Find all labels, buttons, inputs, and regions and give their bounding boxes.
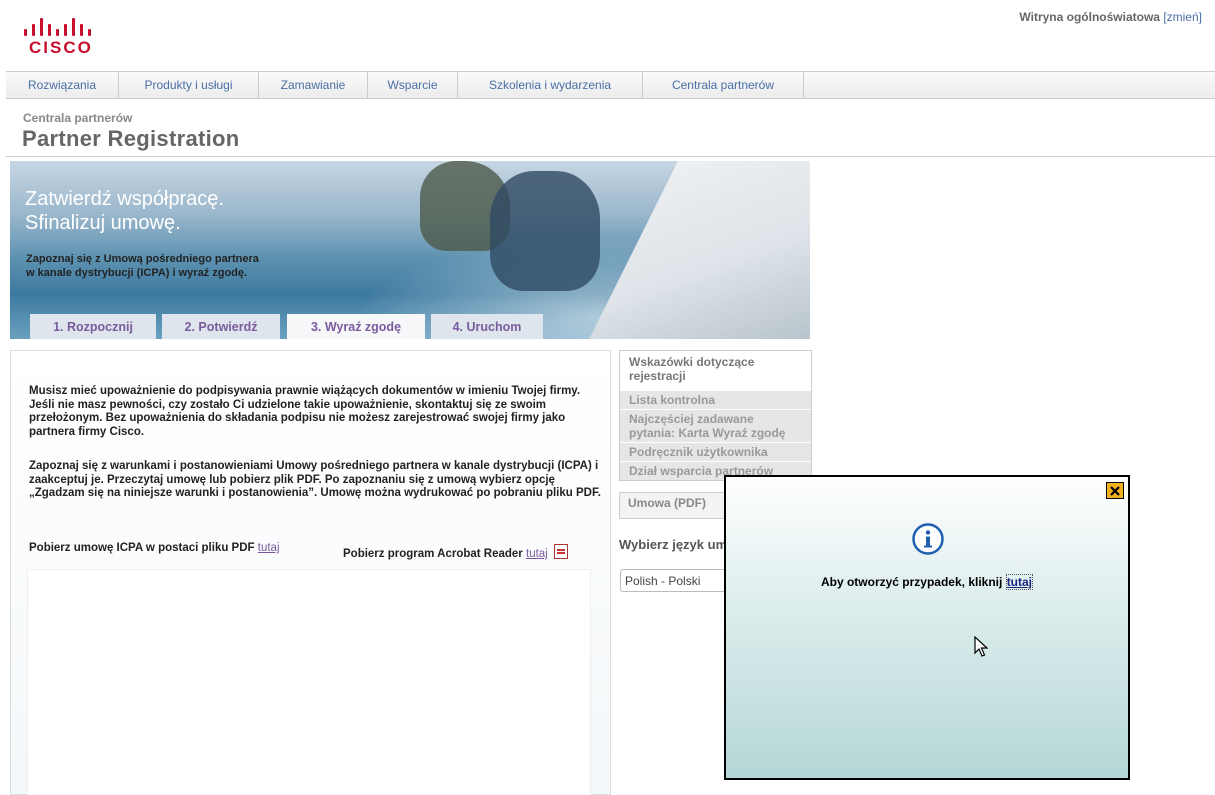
step-tab-launch[interactable]: 4. Uruchom <box>431 314 543 339</box>
cisco-logo[interactable]: CISCO <box>24 14 94 58</box>
language-label: Wybierz język um <box>619 537 728 552</box>
registration-tips-heading: Wskazówki dotyczące rejestracji <box>629 355 755 383</box>
site-switcher: Witryna ogólnoświatowa [zmień] <box>1019 10 1202 24</box>
pdf-icon[interactable] <box>553 544 568 559</box>
site-label: Witryna ogólnoświatowa <box>1019 10 1160 24</box>
step-tab-confirm[interactable]: 2. Potwierdź <box>162 314 280 339</box>
agreement-document-frame[interactable] <box>27 569 591 795</box>
page-title: Partner Registration <box>22 126 240 151</box>
hero-subtitle: Zapoznaj się z Umową pośredniego partner… <box>26 252 259 280</box>
hero-subtitle-line-1: Zapoznaj się z Umową pośredniego partner… <box>26 253 259 265</box>
sidebar-link-checklist[interactable]: Lista kontrolna <box>620 390 811 409</box>
sidebar-link-user-guide[interactable]: Podręcznik użytkownika <box>620 442 811 461</box>
download-pdf-line: Pobierz umowę ICPA w postaci pliku PDF t… <box>29 542 280 554</box>
hero-headline-line-2: Sfinalizuj umowę. <box>25 212 181 234</box>
logo-text: CISCO <box>29 38 93 57</box>
popup-message: Aby otworzyć przypadek, kliknij tutaj <box>726 574 1128 590</box>
terms-text: Zapoznaj się z warunkami i postanowienia… <box>29 460 601 499</box>
nav-item-products[interactable]: Produkty i usługi <box>119 72 259 98</box>
language-select[interactable]: Polish - Polski <box>620 569 740 592</box>
nav-item-partner-central[interactable]: Centrala partnerów <box>643 72 804 98</box>
registration-tips-box: Wskazówki dotyczące rejestracji Lista ko… <box>619 350 812 481</box>
hero-headline-line-1: Zatwierdź współpracę. <box>25 188 224 210</box>
authorization-text: Musisz mieć upoważnienie do podpisywania… <box>29 385 581 438</box>
site-change-link[interactable]: [zmień] <box>1163 10 1202 24</box>
info-icon <box>912 523 944 560</box>
cisco-bars-icon <box>24 14 94 36</box>
breadcrumb[interactable]: Centrala partnerów <box>23 111 132 125</box>
nav-item-training[interactable]: Szkolenia i wydarzenia <box>458 72 643 98</box>
download-reader-link[interactable]: tutaj <box>526 548 548 560</box>
popup-link[interactable]: tutaj <box>1005 574 1034 590</box>
divider <box>6 156 1215 157</box>
download-reader-label: Pobierz program Acrobat Reader <box>343 548 523 560</box>
hero-subtitle-line-2: w kanale dystrybucji (ICPA) i wyraź zgod… <box>26 267 248 279</box>
hero-sailor-image <box>490 171 600 291</box>
download-reader-line: Pobierz program Acrobat Reader tutaj <box>343 542 568 560</box>
sidebar-link-faq[interactable]: Najczęściej zadawane pytania: Karta Wyra… <box>620 409 811 442</box>
hero-headline: Zatwierdź współpracę. Sfinalizuj umowę. <box>25 187 224 235</box>
popup-message-text: Aby otworzyć przypadek, kliknij <box>820 575 1003 589</box>
step-tab-consent[interactable]: 3. Wyraź zgodę <box>287 314 425 339</box>
nav-item-solutions[interactable]: Rozwiązania <box>6 72 119 98</box>
download-pdf-link[interactable]: tutaj <box>258 542 280 554</box>
step-tab-start[interactable]: 1. Rozpocznij <box>30 314 156 339</box>
info-popup: Aby otworzyć przypadek, kliknij tutaj <box>724 475 1130 780</box>
mouse-cursor-icon <box>974 635 989 663</box>
top-navigation: Rozwiązania Produkty i usługi Zamawianie… <box>6 71 1215 99</box>
hero-banner: Zatwierdź współpracę. Sfinalizuj umowę. … <box>10 161 810 339</box>
nav-item-support[interactable]: Wsparcie <box>368 72 458 98</box>
close-icon[interactable] <box>1106 482 1124 499</box>
nav-item-ordering[interactable]: Zamawianie <box>259 72 368 98</box>
download-pdf-label: Pobierz umowę ICPA w postaci pliku PDF <box>29 542 255 554</box>
agreement-panel: Musisz mieć upoważnienie do podpisywania… <box>10 350 611 795</box>
